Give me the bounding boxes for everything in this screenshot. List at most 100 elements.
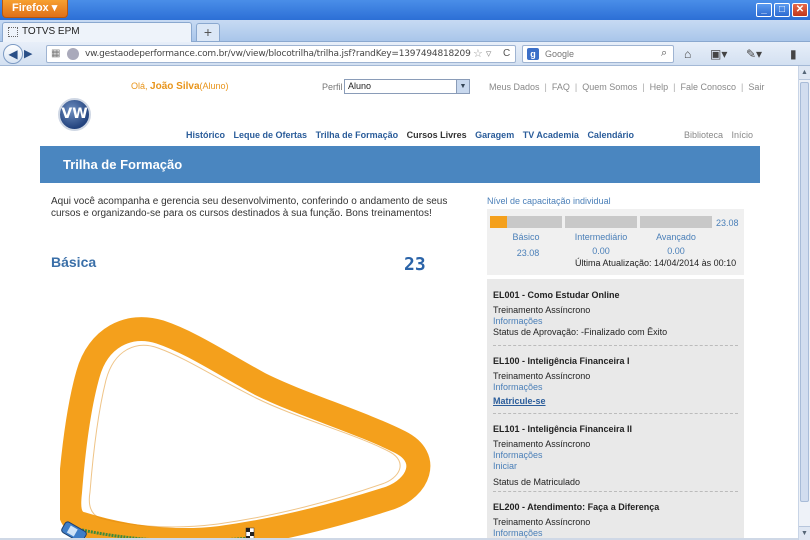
nav-leque-de-ofertas[interactable]: Leque de Ofertas bbox=[234, 130, 308, 140]
search-bar[interactable]: g Google ⌕ bbox=[522, 45, 674, 63]
nav-calendario[interactable]: Calendário bbox=[587, 130, 634, 140]
url-text[interactable]: vw.gestaodeperformance.com.br/vw/view/bl… bbox=[85, 49, 471, 59]
vw-logo[interactable]: VW bbox=[58, 98, 91, 131]
perfil-label: Perfil bbox=[322, 82, 343, 92]
minimize-button[interactable]: _ bbox=[756, 3, 772, 17]
level-value-basico: 23.08 bbox=[516, 248, 540, 258]
course-type: Treinamento Assíncrono bbox=[493, 305, 591, 315]
course-info-link[interactable]: Informações bbox=[493, 382, 738, 393]
track-score: 23 bbox=[404, 254, 426, 275]
globe-icon bbox=[67, 48, 79, 60]
course-status: Status de Aprovação: -Finalizado com Êxi… bbox=[493, 327, 668, 337]
page-title: Trilha de Formação bbox=[63, 157, 183, 172]
browser-tab[interactable]: TOTVS EPM bbox=[2, 22, 192, 42]
scroll-up-arrow[interactable]: ▲ bbox=[799, 66, 810, 80]
intro-text: Aqui você acompanha e gerencia seu desen… bbox=[51, 196, 448, 219]
perfil-select[interactable]: Aluno ▼ bbox=[344, 79, 470, 94]
course-list: EL001 - Como Estudar Online Treinamento … bbox=[487, 279, 744, 540]
race-track bbox=[60, 317, 431, 540]
close-window-button[interactable]: ✕ bbox=[792, 3, 808, 17]
course-type: Treinamento Assíncrono bbox=[493, 517, 591, 527]
level-title: Nível de capacitação individual bbox=[487, 196, 611, 206]
user-name: João Silva bbox=[150, 81, 200, 92]
course-divider bbox=[493, 491, 738, 492]
course-info-link[interactable]: Informações bbox=[493, 316, 738, 327]
scroll-down-arrow[interactable]: ▼ bbox=[799, 526, 810, 540]
forward-button[interactable]: ▶ bbox=[24, 47, 40, 61]
nav-tv-academia[interactable]: TV Academia bbox=[523, 130, 579, 140]
course-type: Treinamento Assíncrono bbox=[493, 439, 591, 449]
maximize-button[interactable]: □ bbox=[774, 3, 790, 17]
scroll-thumb[interactable] bbox=[800, 82, 809, 502]
window-titlebar: Firefox ▾ _ □ ✕ bbox=[0, 0, 810, 20]
tab-bar: TOTVS EPM + bbox=[0, 20, 810, 42]
addon-icon[interactable]: ✎▾ bbox=[746, 46, 762, 62]
firefox-menu-button[interactable]: Firefox ▾ bbox=[2, 0, 68, 18]
level-value-intermediario: 0.00 bbox=[592, 246, 610, 256]
level-total: 23.08 bbox=[716, 218, 739, 228]
course-type: Treinamento Assíncrono bbox=[493, 371, 591, 381]
user-greeting: Olá, João Silva(Aluno) bbox=[131, 81, 229, 92]
vertical-scrollbar[interactable]: ▲ ▼ bbox=[798, 66, 810, 540]
main-nav: Histórico Leque de Ofertas Trilha de For… bbox=[186, 130, 640, 140]
link-fale-conosco[interactable]: Fale Conosco bbox=[680, 82, 736, 92]
link-quem-somos[interactable]: Quem Somos bbox=[582, 82, 637, 92]
course-item: EL001 - Como Estudar Online Treinamento … bbox=[493, 290, 738, 338]
navigation-bar: ◀ ▶ ▦ vw.gestaodeperformance.com.br/vw/v… bbox=[0, 42, 810, 66]
course-divider bbox=[493, 345, 738, 346]
enroll-link[interactable]: Matricule-se bbox=[493, 396, 738, 407]
course-title: EL100 - Inteligência Financeira I bbox=[493, 356, 630, 366]
search-icon[interactable]: ⌕ bbox=[661, 47, 667, 60]
right-nav: Biblioteca Início bbox=[684, 130, 759, 140]
new-tab-button[interactable]: + bbox=[196, 23, 220, 41]
course-title: EL200 - Atendimento: Faça a Diferença bbox=[493, 502, 660, 512]
course-title: EL001 - Como Estudar Online bbox=[493, 290, 620, 300]
level-bar-fill-basico bbox=[490, 216, 507, 228]
nav-inicio[interactable]: Início bbox=[732, 130, 754, 140]
level-bar-basico bbox=[490, 216, 562, 228]
course-info-link[interactable]: Informações bbox=[493, 450, 738, 461]
nav-garagem[interactable]: Garagem bbox=[475, 130, 514, 140]
course-item: EL200 - Atendimento: Faça a Diferença Tr… bbox=[493, 502, 738, 539]
nav-biblioteca[interactable]: Biblioteca bbox=[684, 130, 723, 140]
course-status: Status de Matriculado bbox=[493, 477, 581, 487]
home-icon[interactable]: ⌂ bbox=[684, 46, 691, 62]
identity-icon[interactable]: ▦ bbox=[51, 48, 60, 59]
nav-historico[interactable]: Histórico bbox=[186, 130, 225, 140]
nav-cursos-livres[interactable]: Cursos Livres bbox=[407, 130, 467, 140]
google-icon[interactable]: g bbox=[527, 48, 539, 60]
track-level-name: Básica bbox=[51, 254, 97, 270]
page-icon bbox=[8, 27, 18, 37]
reload-icon[interactable]: C bbox=[503, 48, 510, 59]
search-placeholder: Google bbox=[545, 49, 575, 59]
bookmark-star-icon[interactable]: ☆ ▿ bbox=[473, 47, 491, 60]
link-meus-dados[interactable]: Meus Dados bbox=[489, 82, 540, 92]
perfil-value: Aluno bbox=[348, 81, 372, 91]
page-banner: Trilha de Formação bbox=[40, 146, 760, 183]
level-panel: 23.08 Básico Intermediário Avançado 23.0… bbox=[487, 209, 744, 275]
start-link[interactable]: Iniciar bbox=[493, 461, 738, 472]
level-bar-avancado bbox=[640, 216, 712, 228]
course-item: EL101 - Inteligência Financeira II Trein… bbox=[493, 424, 738, 488]
track-road bbox=[60, 317, 431, 540]
course-divider bbox=[493, 413, 738, 414]
chevron-down-icon[interactable]: ▼ bbox=[456, 80, 469, 93]
level-value-avancado: 0.00 bbox=[667, 246, 685, 256]
course-item: EL100 - Inteligência Financeira I Treina… bbox=[493, 356, 738, 407]
link-faq[interactable]: FAQ bbox=[552, 82, 570, 92]
link-help[interactable]: Help bbox=[650, 82, 669, 92]
nav-trilha-de-formacao[interactable]: Trilha de Formação bbox=[316, 130, 399, 140]
address-bar[interactable]: ▦ vw.gestaodeperformance.com.br/vw/view/… bbox=[46, 45, 516, 63]
last-update: Última Atualização: 14/04/2014 às 00:10 bbox=[575, 258, 737, 268]
page-content: Olá, João Silva(Aluno) Perfil Aluno ▼ Me… bbox=[0, 66, 798, 540]
course-title: EL101 - Inteligência Financeira II bbox=[493, 424, 633, 434]
level-label-intermediario: Intermediário bbox=[574, 232, 628, 242]
user-role: (Aluno) bbox=[199, 81, 229, 91]
link-sair[interactable]: Sair bbox=[748, 82, 764, 92]
level-label-avancado: Avançado bbox=[656, 232, 696, 242]
bookmarks-icon[interactable]: ▣▾ bbox=[710, 46, 727, 62]
tab-title: TOTVS EPM bbox=[22, 26, 80, 37]
back-button[interactable]: ◀ bbox=[3, 44, 23, 64]
menu-icon[interactable]: ▮ bbox=[790, 46, 797, 62]
level-label-basico: Básico bbox=[512, 232, 540, 242]
